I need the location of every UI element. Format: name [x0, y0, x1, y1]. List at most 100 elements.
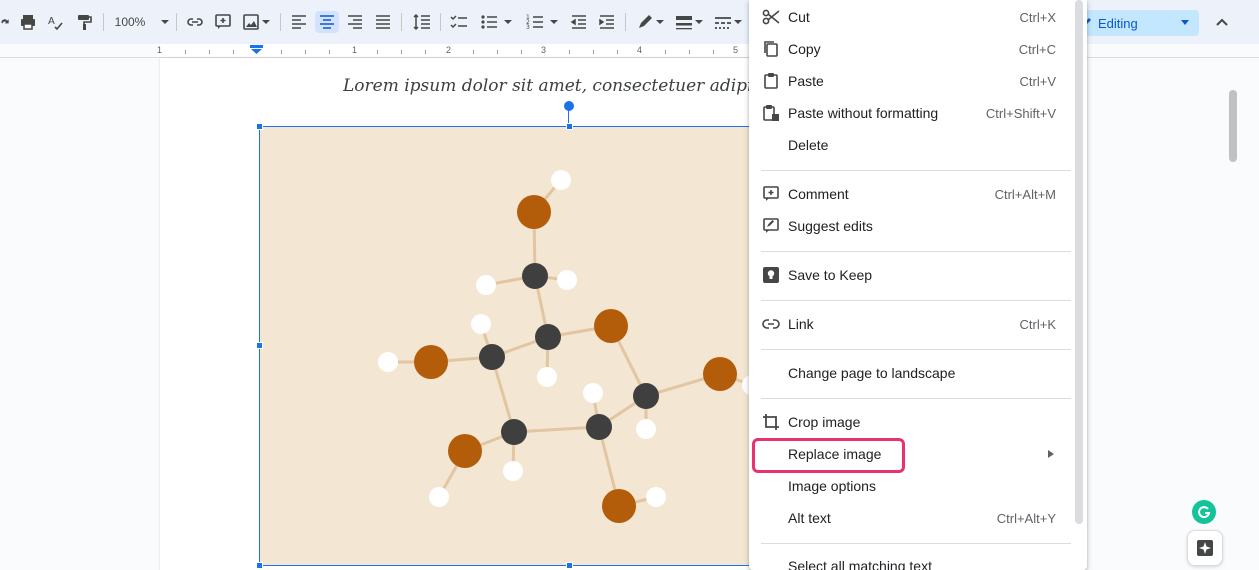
ruler-label: 1 [352, 45, 358, 55]
redo-icon[interactable] [0, 11, 12, 33]
toolbar-divider [176, 13, 177, 31]
ruler-mark [497, 50, 498, 54]
decrease-indent-icon[interactable] [568, 11, 590, 33]
submenu-arrow-icon [1048, 450, 1054, 458]
align-right-icon[interactable] [344, 11, 366, 33]
menu-item-label: Link [788, 316, 814, 332]
line-spacing-icon[interactable] [410, 11, 434, 33]
ruler-label: 4 [637, 45, 643, 55]
menu-item-save-to-keep[interactable]: Save to Keep [749, 259, 1071, 291]
ruler-mark [401, 50, 402, 54]
add-comment-icon [763, 186, 779, 201]
menu-item-link[interactable]: Link Ctrl+K [749, 308, 1071, 340]
svg-text:A: A [48, 16, 55, 27]
menu-item-label: Copy [788, 41, 821, 57]
menu-item-alt-text[interactable]: Alt text Ctrl+Alt+Y [749, 502, 1071, 534]
menu-item-shortcut: Ctrl+C [1018, 42, 1056, 57]
insert-image-icon[interactable] [240, 11, 272, 33]
chevron-down-icon [656, 20, 664, 24]
ruler-mark [281, 50, 282, 54]
menu-item-label: Suggest edits [788, 218, 873, 234]
editing-mode-label: Editing [1098, 15, 1138, 31]
border-weight-icon[interactable] [672, 11, 706, 33]
menu-item-comment[interactable]: Comment Ctrl+Alt+M [749, 178, 1071, 210]
pen-color-icon[interactable] [633, 11, 667, 33]
ruler-mark [617, 50, 618, 54]
align-center-icon[interactable] [315, 11, 339, 33]
insert-link-icon[interactable] [184, 11, 206, 33]
indent-marker-icon[interactable] [250, 45, 263, 54]
resize-handle-left[interactable] [256, 342, 263, 349]
menu-item-label: Paste [788, 73, 824, 89]
menu-item-suggest-edits[interactable]: Suggest edits [749, 210, 1071, 242]
toolbar-divider [440, 13, 441, 31]
context-menu: Cut Ctrl+X Copy Ctrl+C Paste Ctrl+V Past… [749, 0, 1087, 570]
menu-item-paste-without-formatting[interactable]: Paste without formatting Ctrl+Shift+V [749, 97, 1071, 129]
menu-item-copy[interactable]: Copy Ctrl+C [749, 33, 1071, 65]
chevron-down-icon [550, 20, 558, 24]
toolbar-divider [401, 13, 402, 31]
menu-divider [761, 543, 1071, 544]
document-text[interactable]: Lorem ipsum dolor sit amet, consectetuer… [343, 76, 753, 96]
ruler-mark [425, 50, 426, 54]
ruler-mark [569, 50, 570, 54]
menu-item-change-to-landscape[interactable]: Change page to landscape [749, 357, 1071, 389]
menu-item-label: Delete [788, 137, 829, 153]
menu-item-image-options[interactable]: Image options [749, 470, 1071, 502]
menu-item-select-all-matching[interactable]: Select all matching text [749, 550, 1071, 570]
bulleted-list-icon[interactable] [476, 11, 516, 33]
menu-item-delete[interactable]: Delete [749, 129, 1071, 161]
chevron-down-icon [161, 20, 170, 24]
highlight-box [752, 438, 905, 473]
resize-handle-top-left[interactable] [256, 123, 263, 130]
menu-item-shortcut: Ctrl+K [1019, 317, 1056, 332]
add-comment-icon[interactable] [212, 11, 234, 33]
ruler-mark [209, 50, 210, 54]
selected-image[interactable] [259, 126, 760, 566]
menu-item-shortcut: Ctrl+V [1019, 74, 1056, 89]
chevron-up-icon [1216, 18, 1228, 26]
menu-item-crop-image[interactable]: Crop image [749, 406, 1071, 438]
justify-icon[interactable] [372, 11, 394, 33]
editing-mode-select[interactable]: Editing [1082, 10, 1199, 36]
link-icon [762, 319, 780, 329]
menu-divider [761, 398, 1071, 399]
menu-divider [761, 349, 1071, 350]
chevron-down-icon [695, 20, 703, 24]
menu-scrollbar[interactable] [1075, 0, 1083, 524]
grammarly-button[interactable] [1192, 500, 1216, 524]
print-icon[interactable] [17, 11, 39, 33]
rotate-handle[interactable] [564, 101, 574, 111]
zoom-select[interactable]: 100% [112, 11, 172, 33]
menu-item-cut[interactable]: Cut Ctrl+X [749, 1, 1071, 33]
assistant-button[interactable] [1187, 530, 1223, 566]
border-dash-icon[interactable] [711, 11, 745, 33]
checklist-icon[interactable] [448, 11, 470, 33]
document-scrollbar-thumb[interactable] [1229, 90, 1237, 162]
ruler-page-area [160, 44, 750, 57]
ruler-label: 3 [541, 45, 547, 55]
svg-text:3: 3 [526, 24, 530, 31]
resize-handle-bottom[interactable] [566, 562, 573, 569]
scissors-icon [762, 9, 780, 25]
increase-indent-icon[interactable] [596, 11, 618, 33]
spellcheck-icon[interactable]: A [45, 11, 67, 33]
align-left-icon[interactable] [288, 11, 310, 33]
paint-format-icon[interactable] [73, 11, 95, 33]
ruler-label: 1 [157, 45, 163, 55]
menu-item-paste[interactable]: Paste Ctrl+V [749, 65, 1071, 97]
resize-handle-top[interactable] [566, 123, 573, 130]
paste-plain-icon [763, 105, 779, 121]
crop-icon [763, 414, 779, 430]
numbered-list-icon[interactable]: 123 [522, 11, 562, 33]
ruler-mark [233, 50, 234, 54]
ruler-mark [473, 50, 474, 54]
ruler-mark [185, 50, 186, 54]
hide-menus-button[interactable] [1212, 12, 1232, 32]
menu-item-label: Comment [788, 186, 849, 202]
menu-item-label: Paste without formatting [788, 105, 939, 121]
ruler-mark [689, 50, 690, 54]
resize-handle-bottom-left[interactable] [256, 562, 263, 569]
chevron-down-icon [504, 20, 512, 24]
menu-item-shortcut: Ctrl+Alt+M [994, 187, 1056, 202]
